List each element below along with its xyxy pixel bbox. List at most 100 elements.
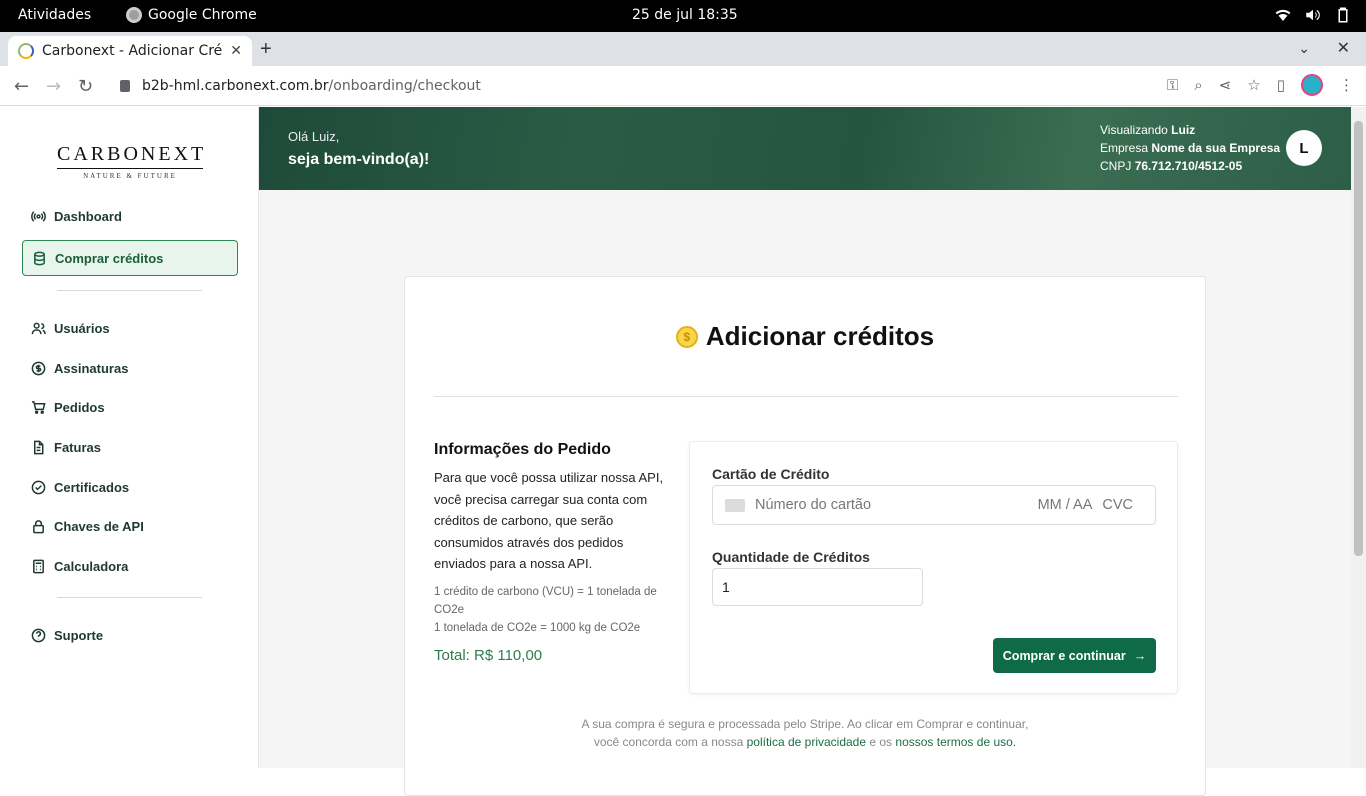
reload-icon[interactable]: ↻	[78, 76, 93, 97]
buy-button-label: Comprar e continuar	[1002, 648, 1126, 663]
sidebar-item-assinaturas[interactable]: Assinaturas	[22, 350, 238, 386]
sidebar-item-label: Usuários	[54, 320, 110, 336]
tab-strip: Carbonext - Adicionar Cré ✕ + ⌄ ✕	[0, 32, 1366, 66]
sidebar-item-label: Dashboard	[54, 208, 122, 224]
sidebar-item-chaves-de-api[interactable]: Chaves de API	[22, 508, 238, 544]
sidebar-item-label: Certificados	[54, 479, 130, 495]
cnpj-value: 76.712.710/4512-05	[1134, 159, 1243, 173]
company-label: Empresa	[1100, 141, 1149, 155]
credit-card-label: Cartão de Crédito	[712, 466, 830, 482]
star-icon[interactable]: ☆	[1247, 76, 1260, 94]
sidebar-item-label: Chaves de API	[54, 518, 144, 534]
card-cvc-input[interactable]: CVC	[1102, 497, 1133, 513]
viewing-label: Visualizando	[1100, 123, 1168, 137]
back-icon[interactable]: ←	[14, 76, 29, 97]
url-path: /onboarding/checkout	[328, 78, 481, 94]
key-icon[interactable]: ⚿	[1167, 76, 1178, 94]
add-credits-card: $ Adicionar créditos Informações do Pedi…	[404, 276, 1206, 796]
url-host: b2b-hml.carbonext.com.br	[142, 78, 329, 94]
sidebar-item-certificados[interactable]: Certificados	[22, 469, 238, 505]
credit-card-field[interactable]: Número do cartão MM / AA CVC	[712, 485, 1156, 525]
scrollbar-thumb[interactable]	[1354, 121, 1363, 556]
quantity-label: Quantidade de Créditos	[712, 549, 870, 565]
privacy-policy-link[interactable]: política de privacidade	[747, 735, 866, 749]
sidebar-item-calculadora[interactable]: Calculadora	[22, 548, 238, 584]
arrow-right-icon: →	[1133, 648, 1147, 663]
lock-icon	[30, 518, 46, 534]
system-tray[interactable]	[1274, 6, 1352, 24]
credit-card-icon	[725, 498, 745, 512]
sidebar-item-comprar-creditos[interactable]: Comprar créditos	[22, 240, 238, 276]
cnpj-label: CNPJ	[1100, 159, 1132, 173]
check-circle-icon	[30, 479, 46, 495]
credits-quantity-input[interactable]	[712, 568, 923, 606]
close-tab-icon[interactable]: ✕	[230, 43, 242, 59]
page-title: $ Adicionar créditos	[405, 321, 1205, 352]
sidebar-item-label: Faturas	[54, 439, 101, 455]
system-top-bar: Atividades Google Chrome 25 de jul 18:35	[0, 0, 1366, 32]
welcome-banner: Olá Luiz, seja bem-vindo(a)! Visualizand…	[259, 107, 1351, 190]
card-number-input[interactable]: Número do cartão	[755, 497, 1038, 513]
main-content: $ Adicionar créditos Informações do Pedi…	[259, 190, 1351, 796]
users-icon	[30, 320, 46, 336]
company-name: Nome da sua Empresa	[1151, 141, 1281, 155]
user-avatar[interactable]: L	[1286, 130, 1322, 166]
activities-button[interactable]: Atividades	[18, 7, 91, 23]
broadcast-icon	[30, 208, 46, 224]
browser-tab[interactable]: Carbonext - Adicionar Cré ✕	[8, 36, 252, 66]
logo-word: CARBONEXT	[57, 143, 207, 165]
calculator-icon	[30, 558, 46, 574]
address-bar[interactable]: b2b-hml.carbonext.com.br/onboarding/chec…	[108, 70, 1258, 102]
tab-search-chevron-icon[interactable]: ⌄	[1298, 40, 1310, 57]
account-info: Visualizando Luiz Empresa Nome da sua Em…	[1100, 121, 1280, 175]
conversion-notes: 1 crédito de carbono (VCU) = 1 tonelada …	[434, 583, 666, 637]
new-tab-button[interactable]: +	[260, 38, 272, 61]
page-title-text: Adicionar créditos	[705, 321, 935, 351]
buy-and-continue-button[interactable]: Comprar e continuar →	[993, 638, 1156, 673]
terms-of-use-link[interactable]: nossos termos de uso.	[895, 735, 1016, 749]
sidebar-item-suporte[interactable]: Suporte	[22, 617, 238, 653]
sidebar-item-usuarios[interactable]: Usuários	[22, 310, 238, 346]
kebab-menu-icon[interactable]: ⋮	[1339, 76, 1354, 94]
conversion-note: 1 tonelada de CO2e = 1000 kg de CO2e	[434, 621, 641, 634]
sidebar-divider	[57, 597, 202, 598]
sidebar-item-pedidos[interactable]: Pedidos	[22, 389, 238, 425]
dollar-circle-icon	[30, 360, 46, 376]
browser-toolbar: ← → ↻ b2b-hml.carbonext.com.br/onboardin…	[0, 66, 1366, 106]
app-menu[interactable]: Google Chrome	[126, 7, 257, 23]
order-description: Para que você possa utilizar nossa API, …	[434, 470, 664, 571]
sidebar-item-label: Comprar créditos	[55, 250, 164, 266]
share-icon[interactable]: ⋖	[1219, 76, 1232, 94]
tab-title: Carbonext - Adicionar Cré	[42, 43, 223, 59]
file-icon	[30, 439, 46, 455]
greeting: Olá Luiz,	[288, 129, 340, 144]
zoom-icon[interactable]: ⌕	[1194, 76, 1202, 94]
window-close-icon[interactable]: ✕	[1337, 38, 1350, 58]
sidebar-divider	[57, 290, 202, 291]
profile-avatar[interactable]	[1301, 74, 1323, 96]
cart-icon	[30, 399, 46, 415]
viewing-user: Luiz	[1171, 123, 1196, 137]
carbonext-logo[interactable]: CARBONEXT NATURE & FUTURE	[57, 143, 203, 180]
side-panel-icon[interactable]: ▯	[1277, 76, 1285, 94]
stripe-disclaimer: A sua compra é segura e processada pelo …	[405, 715, 1205, 751]
order-info: Informações do Pedido Para que você poss…	[434, 441, 666, 664]
order-total: Total: R$ 110,00	[434, 646, 543, 664]
sidebar: CARBONEXT NATURE & FUTURE Dashboard Comp…	[0, 107, 259, 768]
forward-icon[interactable]: →	[46, 76, 61, 97]
volume-icon	[1306, 9, 1320, 21]
sidebar-item-label: Suporte	[54, 627, 104, 643]
order-heading: Informações do Pedido	[434, 441, 611, 458]
page-scrollbar[interactable]	[1351, 107, 1366, 768]
sidebar-item-dashboard[interactable]: Dashboard	[22, 198, 238, 234]
lock-icon[interactable]	[120, 80, 130, 92]
card-expiry-input[interactable]: MM / AA	[1038, 497, 1093, 513]
disclaimer-line: A sua compra é segura e processada pelo …	[581, 717, 1029, 731]
app-root: CARBONEXT NATURE & FUTURE Dashboard Comp…	[0, 107, 1366, 796]
database-icon	[31, 250, 47, 266]
chrome-icon	[126, 7, 142, 23]
clock[interactable]: 25 de jul 18:35	[632, 7, 738, 23]
sidebar-item-label: Assinaturas	[54, 360, 129, 376]
toolbar-actions: ⚿ ⌕ ⋖ ☆ ▯ ⋮	[1167, 74, 1354, 96]
sidebar-item-faturas[interactable]: Faturas	[22, 429, 238, 465]
